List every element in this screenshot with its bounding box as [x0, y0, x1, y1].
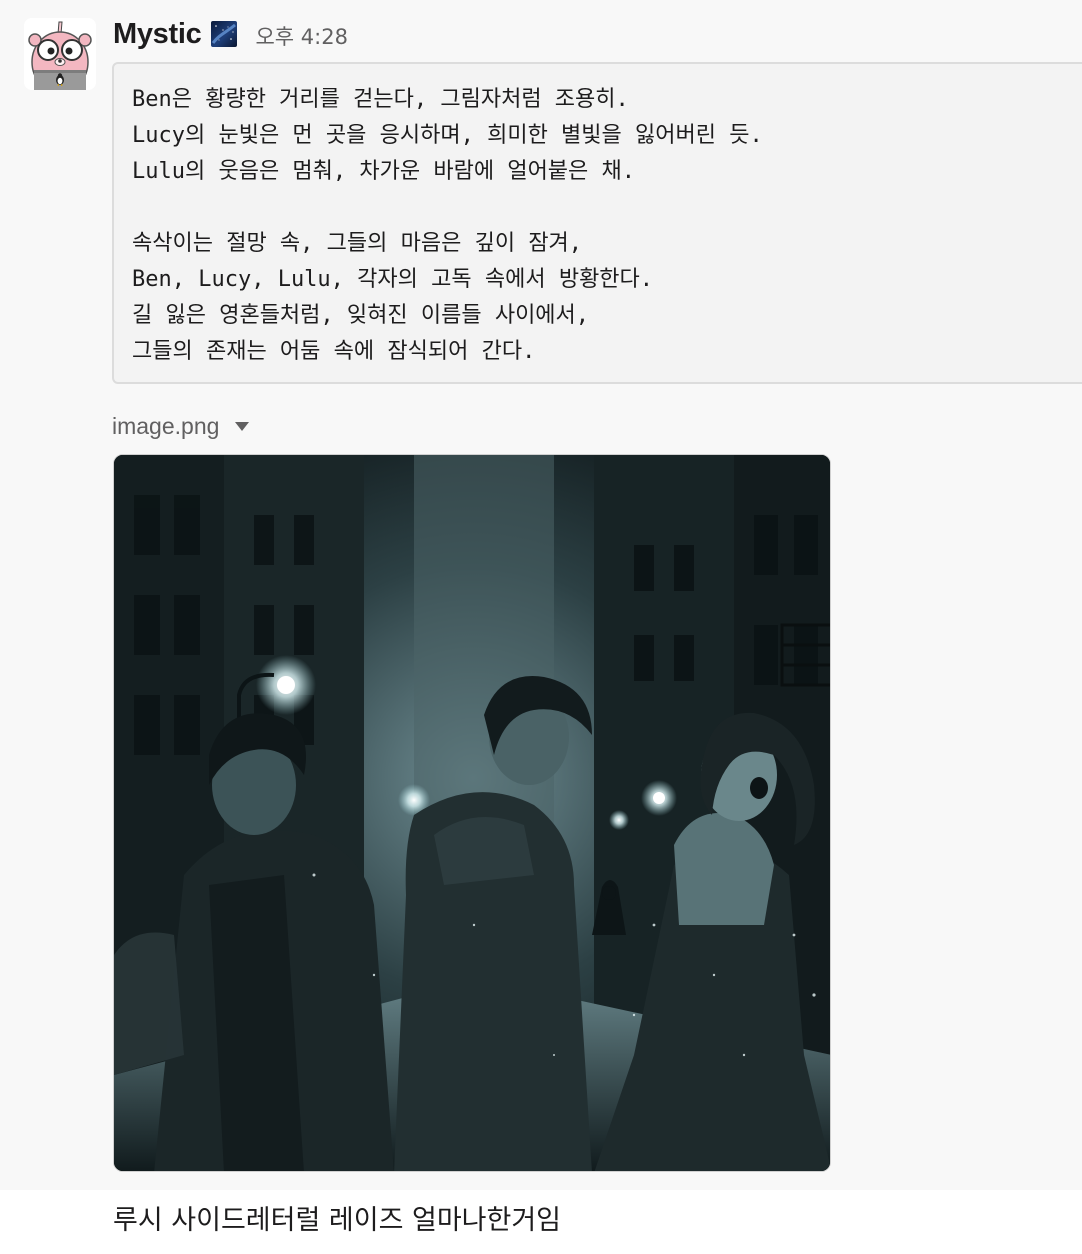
- attachment-file-name[interactable]: image.png: [112, 413, 219, 440]
- code-block: Ben은 황량한 거리를 걷는다, 그림자처럼 조용히. Lucy의 눈빛은 먼…: [112, 62, 1082, 384]
- code-line: Lucy의 눈빛은 먼 곳을 응시하며, 희미한 별빛을 잃어버린 듯.: [132, 123, 763, 148]
- attachment-toggle[interactable]: image.png: [112, 408, 250, 444]
- code-line: 그들의 존재는 어둠 속에 잠식되어 간다.: [132, 339, 536, 364]
- code-line: Lulu의 웃음은 멈춰, 차가운 바람에 얼어붙은 채.: [132, 159, 636, 184]
- code-line: Ben, Lucy, Lulu, 각자의 고독 속에서 방황한다.: [132, 267, 654, 292]
- street-illustration-image: [114, 455, 830, 1171]
- user-avatar[interactable]: [24, 18, 96, 90]
- attached-image[interactable]: [113, 454, 831, 1172]
- code-line: 속삭이는 절망 속, 그들의 마음은 깊이 잠겨,: [132, 231, 583, 256]
- night-sky-icon[interactable]: [211, 21, 238, 47]
- gopher-avatar-icon: [24, 18, 96, 90]
- message-timestamp[interactable]: 오후 4:28: [255, 17, 347, 51]
- caret-down-icon[interactable]: [235, 421, 250, 431]
- code-line: Ben은 황량한 거리를 걷는다, 그림자처럼 조용히.: [132, 87, 629, 112]
- next-message-text: 루시 사이드레터럴 레이즈 얼마나한거임: [113, 1205, 562, 1236]
- username[interactable]: Mystic: [113, 18, 202, 51]
- message-header: Mystic 오후 4:28: [113, 14, 348, 54]
- code-line: 길 잃은 영혼들처럼, 잊혀진 이름들 사이에서,: [132, 303, 590, 328]
